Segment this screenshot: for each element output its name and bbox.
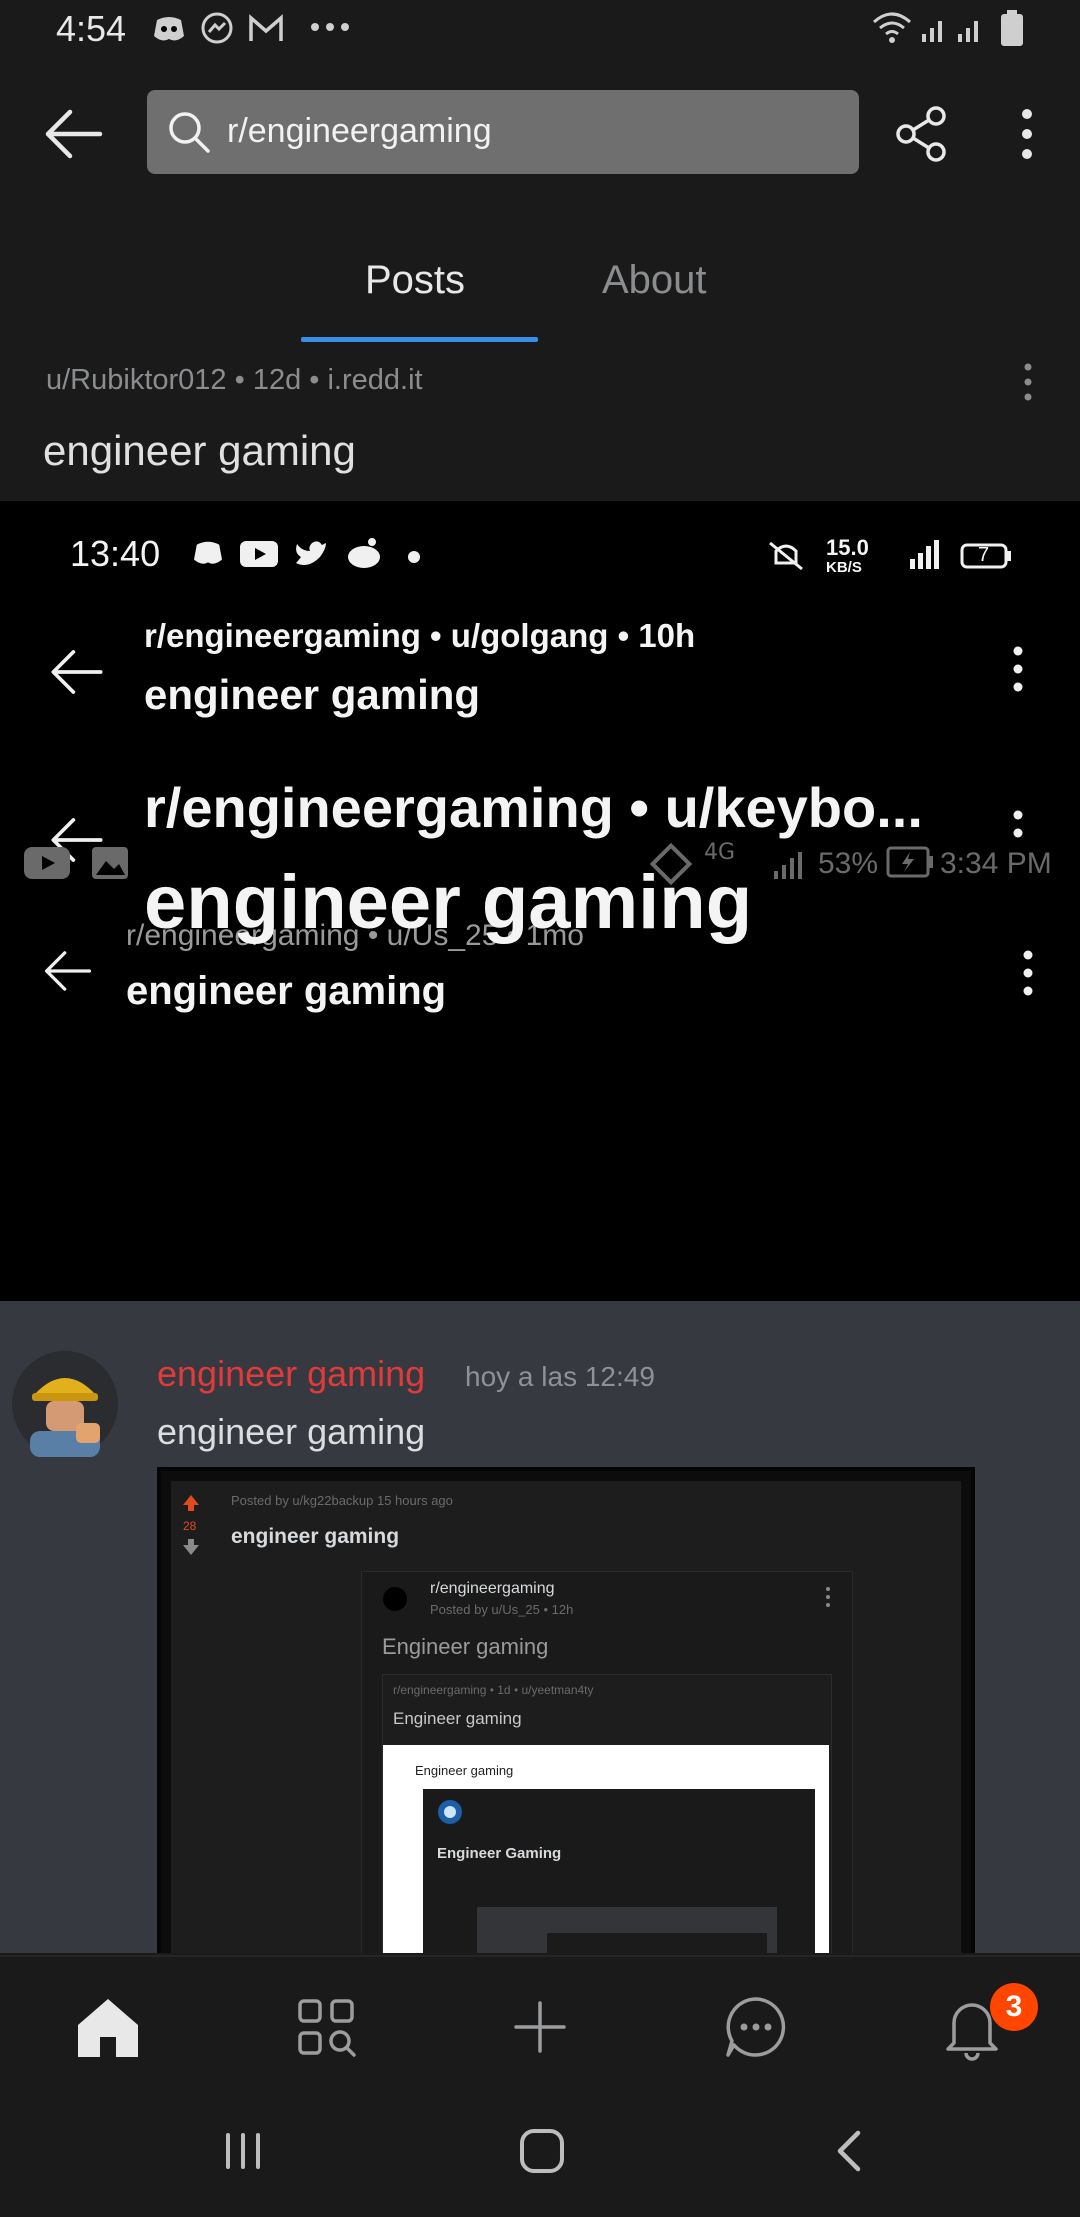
kebab-menu-icon — [824, 1586, 832, 1608]
status-time: 4:54 — [56, 8, 127, 49]
row1-meta: r/engineergaming • u/golgang • 10h — [144, 617, 696, 654]
nested-posted-by: Posted by u/Us_25 • 12h — [430, 1602, 574, 1617]
embed-votes: 28 — [183, 1519, 197, 1533]
post-options-button[interactable] — [1016, 360, 1040, 404]
nav-create-post[interactable] — [500, 1987, 580, 2067]
youtube-icon — [24, 847, 70, 879]
recent-apps-button[interactable] — [216, 2121, 270, 2181]
share-button[interactable] — [892, 104, 952, 164]
status-bar: 4:54 — [0, 0, 1080, 62]
twitter-icon — [294, 539, 328, 569]
subreddit-icon — [437, 1799, 463, 1825]
share-icon — [892, 104, 952, 164]
inner-status-battery: 7 — [978, 544, 990, 566]
nested-post-4: Engineer Gaming — [423, 1789, 815, 1953]
row3-title: engineer gaming — [126, 969, 447, 1013]
subreddit-icon — [382, 1586, 408, 1612]
discover-icon — [286, 1987, 366, 2067]
embed-post: 28 Posted by u/kg22backup 15 hours ago e… — [171, 1481, 961, 1953]
wifi-icon — [872, 10, 912, 44]
nested2-title: Engineer gaming — [393, 1709, 522, 1728]
row2-status-battery: 53% — [818, 847, 879, 880]
downvote-icon — [181, 1537, 201, 1557]
nested-post-3: Engineer gaming Engineer Gaming — [383, 1745, 829, 1953]
post-meta[interactable]: u/Rubiktor012 • 12d • i.redd.it — [46, 364, 423, 397]
kebab-menu-icon — [1016, 947, 1040, 999]
discord-timestamp: hoy a las 12:49 — [465, 1361, 655, 1392]
nested-thumbnail-image — [547, 1933, 767, 1953]
signal-icon — [920, 12, 990, 44]
nested-post-1: r/engineergaming Posted by u/Us_25 • 12h… — [361, 1571, 853, 1953]
embed-posted-by: Posted by u/kg22backup 15 hours ago — [231, 1493, 453, 1508]
tab-posts[interactable]: Posts — [365, 258, 465, 314]
inner-status-speed-unit: KB/S — [826, 559, 862, 576]
home-square-icon — [512, 2121, 572, 2181]
row2-status-time: 3:34 PM — [940, 847, 1052, 880]
nested2-meta: r/engineergaming • 1d • u/yeetman4ty — [393, 1683, 594, 1697]
signal-icon — [886, 537, 942, 573]
search-icon — [167, 110, 211, 154]
avatar — [12, 1351, 118, 1457]
row1-title: engineer gaming — [144, 671, 481, 718]
back-system-button[interactable] — [820, 2121, 880, 2181]
search-query: r/engineergaming — [227, 112, 492, 150]
youtube-icon — [240, 541, 278, 567]
battery-icon — [1000, 10, 1024, 46]
nav-chat[interactable] — [716, 1987, 796, 2067]
arrow-left-icon — [40, 943, 96, 999]
discord-message-screenshot: engineer gaming hoy a las 12:49 engineer… — [0, 1301, 1080, 1953]
post-image[interactable]: 13:40 15.0 KB/S 7 r/engineergaming • u/g… — [0, 501, 1080, 1953]
kebab-menu-icon — [1006, 643, 1030, 695]
nested-thumbnail — [477, 1907, 777, 1953]
dot-icon — [408, 551, 420, 563]
chevron-left-icon — [820, 2121, 880, 2181]
arrow-left-icon — [46, 641, 108, 703]
signal-icon — [772, 849, 808, 881]
arrow-left-icon — [40, 100, 108, 168]
discord-icon — [152, 14, 186, 44]
home-system-button[interactable] — [512, 2121, 572, 2181]
active-tab-indicator — [301, 337, 538, 342]
mute-icon — [762, 539, 810, 571]
upvote-icon — [181, 1493, 201, 1513]
discord-username: engineer gaming — [157, 1353, 426, 1394]
recent-apps-icon — [216, 2121, 270, 2181]
inner-status-speed: 15.0 — [826, 535, 869, 560]
discord-message: engineer gaming — [157, 1411, 426, 1452]
discord-icon — [192, 539, 224, 567]
row2-meta: r/engineergaming • u/keybo... — [144, 776, 923, 839]
post-title[interactable]: engineer gaming — [43, 427, 356, 475]
gmail-icon — [248, 14, 284, 44]
nested-screenshot: 13:40 15.0 KB/S 7 r/engineergaming • u/g… — [0, 501, 1080, 1301]
notification-badge: 3 — [990, 1983, 1038, 2031]
embed-title: engineer gaming — [231, 1525, 400, 1548]
nav-home[interactable] — [68, 1987, 148, 2067]
bottom-navigation: 3 — [0, 1955, 1080, 2087]
messenger-icon — [200, 12, 234, 46]
plus-icon — [500, 1987, 580, 2067]
nested-subreddit: r/engineergaming — [430, 1580, 555, 1597]
chat-icon — [716, 1987, 796, 2067]
back-button[interactable] — [40, 100, 108, 168]
home-icon — [68, 1987, 148, 2067]
nested-title: Engineer gaming — [382, 1634, 549, 1659]
nested-post-2: r/engineergaming • 1d • u/yeetman4ty Eng… — [382, 1674, 832, 1953]
kebab-menu-icon — [1006, 104, 1048, 164]
more-notifications-icon — [310, 22, 350, 32]
kebab-menu-icon — [1016, 360, 1040, 404]
row2-title: engineer gaming — [144, 860, 753, 945]
nav-discover[interactable] — [286, 1987, 366, 2067]
search-bar[interactable]: r/engineergaming — [147, 90, 859, 174]
more-options-button[interactable] — [1006, 104, 1048, 164]
nested4-title: Engineer Gaming — [437, 1845, 562, 1862]
gallery-icon — [92, 847, 128, 879]
system-navigation-bar — [0, 2085, 1080, 2217]
embedded-screenshot: 28 Posted by u/kg22backup 15 hours ago e… — [157, 1467, 975, 1953]
reddit-icon — [346, 537, 382, 569]
inner-status-time: 13:40 — [70, 533, 161, 574]
kebab-menu-icon — [1006, 807, 1030, 859]
tab-about[interactable]: About — [602, 258, 707, 314]
nested3-title: Engineer gaming — [415, 1763, 514, 1778]
charging-battery-icon — [886, 845, 934, 879]
